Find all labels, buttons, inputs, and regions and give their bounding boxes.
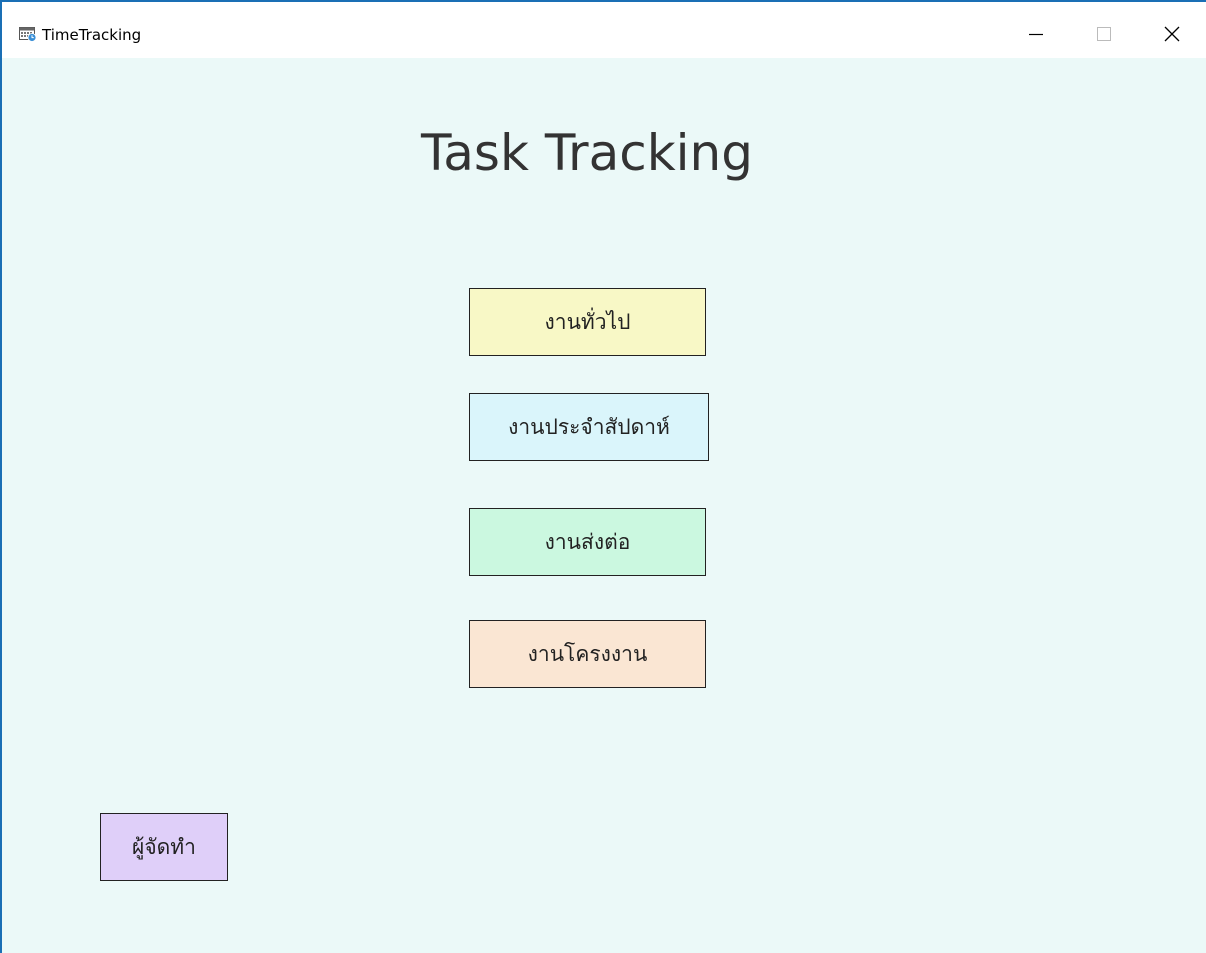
app-window: TimeTracking Task Tracking งานทั่วไป งาน…: [0, 0, 1206, 953]
weekly-task-button[interactable]: งานประจำสัปดาห์: [469, 393, 709, 461]
page-title: Task Tracking: [421, 124, 753, 182]
close-icon: [1164, 26, 1180, 42]
maximize-button[interactable]: [1081, 12, 1127, 56]
minimize-button[interactable]: [1013, 12, 1059, 56]
window-title: TimeTracking: [42, 26, 142, 44]
general-task-button[interactable]: งานทั่วไป: [469, 288, 706, 356]
maximize-icon: [1097, 27, 1111, 41]
forwarded-task-button[interactable]: งานส่งต่อ: [469, 508, 706, 576]
calendar-clock-icon: [19, 26, 37, 42]
title-bar[interactable]: TimeTracking: [2, 2, 1206, 58]
project-task-button[interactable]: งานโครงงาน: [469, 620, 706, 688]
author-button[interactable]: ผู้จัดทำ: [100, 813, 228, 881]
close-button[interactable]: [1149, 12, 1195, 56]
minimize-icon: [1029, 27, 1043, 41]
